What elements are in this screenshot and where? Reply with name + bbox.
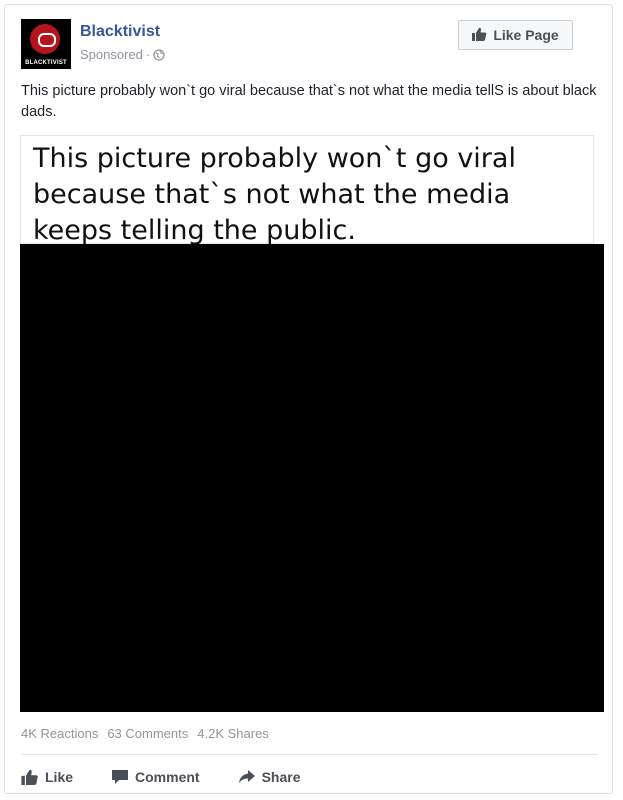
- comment-button[interactable]: Comment: [111, 769, 200, 785]
- post-meta: Sponsored ·: [80, 47, 165, 62]
- post-card: BLACKTIVIST Blacktivist Sponsored · Like…: [4, 4, 613, 794]
- image-caption-box: This picture probably won`t go viral bec…: [20, 135, 594, 246]
- like-button[interactable]: Like: [21, 769, 73, 785]
- thumbs-up-icon: [21, 769, 39, 785]
- comment-label: Comment: [135, 769, 200, 785]
- like-label: Like: [45, 769, 74, 785]
- meta-separator: ·: [145, 47, 151, 62]
- speech-bubble-icon: [111, 769, 129, 785]
- image-photo-area: [20, 244, 604, 712]
- share-arrow-icon: [238, 769, 256, 785]
- thumbs-up-icon: [472, 27, 487, 44]
- shares-count[interactable]: 4.2K Shares: [197, 726, 269, 741]
- post-text: This picture probably won`t go viral bec…: [21, 83, 597, 120]
- like-page-button[interactable]: Like Page: [458, 20, 573, 50]
- comments-count[interactable]: 63 Comments: [107, 726, 188, 741]
- share-button[interactable]: Share: [238, 769, 301, 785]
- globe-icon: [153, 48, 165, 61]
- share-label: Share: [261, 769, 301, 785]
- like-page-label: Like Page: [493, 27, 559, 43]
- page-name-link[interactable]: Blacktivist: [80, 23, 160, 41]
- post-image[interactable]: This picture probably won`t go viral bec…: [20, 135, 604, 712]
- logo-emblem: [30, 24, 60, 54]
- engagement-stats: 4K Reactions 63 Comments 4.2K Shares: [21, 726, 269, 741]
- actions-divider: [21, 754, 598, 755]
- page-avatar[interactable]: BLACKTIVIST: [21, 19, 71, 69]
- sponsored-label[interactable]: Sponsored: [80, 47, 143, 62]
- avatar-text: BLACKTIVIST: [25, 60, 67, 66]
- image-caption-text: This picture probably won`t go viral bec…: [33, 143, 516, 246]
- action-bar: Like Comment Share: [21, 763, 339, 791]
- reactions-count[interactable]: 4K Reactions: [21, 726, 98, 741]
